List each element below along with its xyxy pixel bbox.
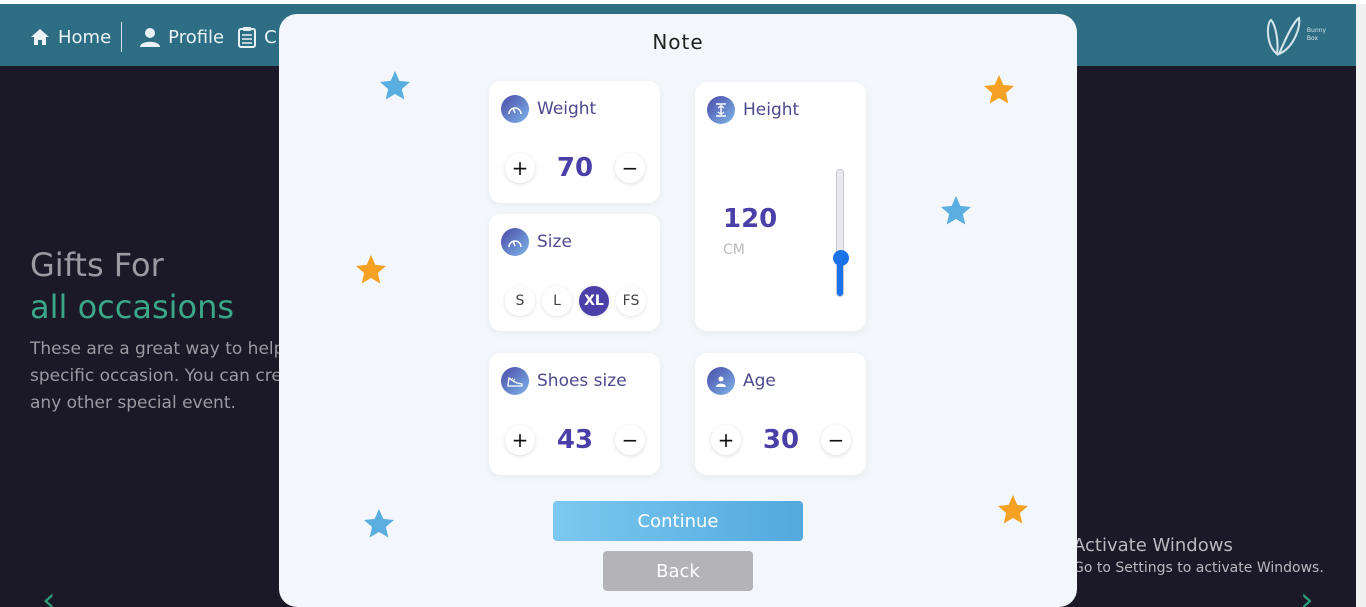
nav-item-profile[interactable]: Profile	[140, 27, 224, 48]
shoes-increase-button[interactable]: +	[505, 425, 535, 455]
nav-item-home[interactable]: Home	[30, 27, 111, 48]
brand-logo[interactable]: Bunny Box	[1263, 14, 1326, 56]
logo-text: Bunny Box	[1306, 27, 1326, 42]
height-slider-thumb[interactable]	[833, 250, 849, 266]
back-button[interactable]: Back	[603, 551, 753, 591]
hero-title-line2: all occasions	[30, 288, 235, 326]
home-icon	[31, 29, 49, 45]
page-scrollbar[interactable]	[1356, 4, 1366, 607]
bunny-logo-icon	[1266, 16, 1301, 56]
weight-card: Weight + 70 −	[489, 81, 660, 203]
height-unit: CM	[723, 242, 745, 258]
size-options: S L XL FS	[505, 286, 646, 316]
weight-increase-button[interactable]: +	[505, 153, 535, 183]
weight-card-header: Weight	[501, 95, 596, 123]
height-card: Height 120 CM	[695, 82, 866, 331]
star-icon	[984, 75, 1014, 104]
size-option-s[interactable]: S	[505, 286, 535, 316]
nav-profile-label: Profile	[168, 26, 225, 48]
star-icon	[364, 509, 394, 538]
shoes-card-header: Shoes size	[501, 367, 627, 395]
clipboard-icon	[238, 27, 257, 48]
gauge-icon	[501, 228, 529, 256]
star-icon	[941, 196, 971, 225]
weight-stepper: + 70 −	[505, 153, 645, 183]
age-card: Age + 30 −	[695, 353, 866, 475]
age-decrease-button[interactable]: −	[821, 425, 851, 455]
continue-button[interactable]: Continue	[553, 501, 803, 541]
user-icon	[140, 28, 161, 47]
star-icon	[998, 495, 1028, 524]
person-icon	[707, 367, 735, 395]
nav-c-label: C	[264, 26, 277, 48]
shoes-decrease-button[interactable]: −	[615, 425, 645, 455]
size-label: Size	[537, 232, 572, 252]
height-slider[interactable]	[833, 169, 849, 297]
hero-description: These are a great way to help specific o…	[30, 339, 280, 413]
size-card-header: Size	[501, 228, 572, 256]
size-option-fs[interactable]: FS	[616, 286, 646, 316]
windows-activation-watermark: Activate Windows Go to Settings to activ…	[1073, 535, 1324, 576]
modal-title: Note	[652, 30, 704, 54]
weight-value: 70	[556, 153, 594, 183]
shoes-size-value: 43	[556, 425, 594, 455]
hero-title-line1: Gifts For	[30, 246, 164, 284]
shoe-icon	[501, 367, 529, 395]
size-option-xl[interactable]: XL	[579, 286, 609, 316]
age-label: Age	[743, 371, 776, 391]
weight-label: Weight	[537, 99, 597, 119]
size-card: Size S L XL FS	[489, 214, 660, 331]
age-card-header: Age	[707, 367, 776, 395]
weight-decrease-button[interactable]: −	[615, 153, 645, 183]
shoes-size-stepper: + 43 −	[505, 425, 645, 455]
height-value: 120	[723, 204, 778, 234]
star-icon	[380, 71, 410, 100]
carousel-prev-icon[interactable]: ‹	[42, 580, 56, 607]
age-increase-button[interactable]: +	[711, 425, 741, 455]
height-card-header: Height	[707, 96, 799, 124]
size-option-l[interactable]: L	[542, 286, 572, 316]
age-stepper: + 30 −	[711, 425, 851, 455]
height-icon	[707, 96, 735, 124]
age-value: 30	[762, 425, 800, 455]
note-modal: Note Weight + 70 − Size S L XL FS Height…	[279, 14, 1077, 607]
nav-home-label: Home	[58, 26, 112, 48]
shoes-size-card: Shoes size + 43 −	[489, 353, 660, 475]
nav-item-c[interactable]: C	[238, 26, 277, 48]
shoes-size-label: Shoes size	[537, 371, 627, 391]
nav-divider	[121, 22, 123, 52]
height-label: Height	[743, 100, 800, 120]
star-icon	[356, 255, 386, 284]
main-nav: Home Profile C	[30, 22, 277, 52]
gauge-icon	[501, 95, 529, 123]
carousel-next-icon[interactable]: ›	[1300, 580, 1314, 607]
